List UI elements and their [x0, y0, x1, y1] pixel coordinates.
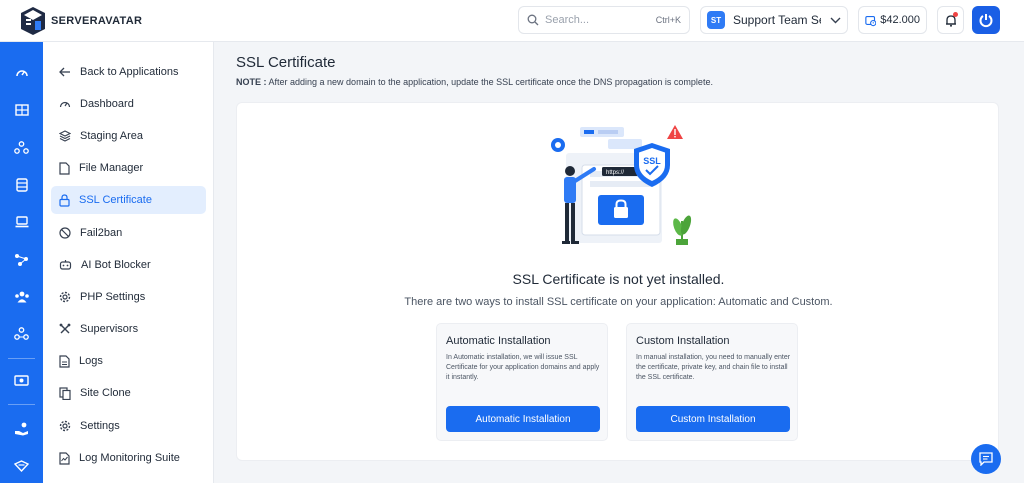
notification-dot — [953, 12, 958, 17]
file-icon — [59, 161, 70, 175]
sidebar-item-label: SSL Certificate — [79, 194, 152, 206]
sidebar-item-log-monitoring[interactable]: Log Monitoring Suite — [51, 444, 206, 472]
bot-icon — [59, 260, 72, 270]
sidebar-item-label: Site Clone — [80, 387, 131, 399]
sidebar-item-php-settings[interactable]: PHP Settings — [51, 283, 206, 311]
team-name: Support Team Se... — [733, 13, 821, 27]
monitor-icon — [59, 451, 70, 465]
chat-button[interactable] — [971, 444, 1001, 474]
automatic-install-panel: Automatic Installation In Automatic inst… — [436, 323, 608, 441]
cluster-icon[interactable] — [13, 139, 30, 156]
donate-icon[interactable] — [13, 420, 30, 437]
settings-icon — [59, 420, 71, 432]
arrow-left-icon — [59, 67, 70, 77]
sidebar-item-supervisors[interactable]: Supervisors — [51, 315, 206, 343]
sidebar-item-label: AI Bot Blocker — [81, 259, 151, 271]
custom-install-button[interactable]: Custom Installation — [636, 406, 790, 432]
sidebar-item-label: Fail2ban — [80, 227, 123, 239]
gear-icon — [59, 291, 71, 303]
ssl-status-subtext: There are two ways to install SSL certif… — [404, 296, 833, 308]
sidebar-item-fail2ban[interactable]: Fail2ban — [51, 219, 206, 247]
search-icon — [527, 14, 539, 26]
power-icon — [979, 14, 993, 28]
billing-icon[interactable] — [13, 372, 30, 389]
icon-rail — [0, 42, 43, 483]
note-text: After adding a new domain to the applica… — [266, 77, 713, 87]
sidebar-item-label: PHP Settings — [80, 291, 146, 303]
brand-logo[interactable]: SERVERAVATAR — [20, 6, 142, 36]
page-note: NOTE : After adding a new domain to the … — [236, 77, 713, 87]
sidebar-item-back[interactable]: Back to Applications — [51, 58, 206, 86]
network-icon[interactable] — [13, 251, 30, 268]
sidebar-item-label: Staging Area — [80, 130, 143, 142]
ssl-card: https:// SSL SSL Certificate is not yet … — [236, 102, 999, 461]
sidebar-item-label: Back to Applications — [80, 66, 179, 78]
team-avatar: ST — [707, 11, 725, 29]
rail-divider — [8, 404, 35, 405]
profile-button[interactable] — [972, 6, 1000, 34]
search-shortcut: Ctrl+K — [655, 15, 681, 25]
top-bar: SERVERAVATAR Ctrl+K ST Support Team Se..… — [0, 0, 1024, 42]
sidebar-item-file-manager[interactable]: File Manager — [51, 154, 206, 182]
chevron-down-icon — [830, 17, 841, 23]
gauge-icon — [59, 101, 71, 108]
search-box[interactable]: Ctrl+K — [518, 6, 690, 34]
team-selector[interactable]: ST Support Team Se... — [700, 6, 848, 34]
sidebar-item-dashboard[interactable]: Dashboard — [51, 90, 206, 118]
sidebar-item-label: Supervisors — [80, 323, 139, 335]
sidebar-item-ai-bot-blocker[interactable]: AI Bot Blocker — [51, 251, 206, 279]
brand-name: SERVERAVATAR — [51, 15, 143, 27]
automatic-install-description: In Automatic installation, we will issue… — [446, 354, 600, 381]
ban-icon — [59, 227, 71, 239]
server-list-icon[interactable] — [13, 101, 30, 118]
custom-install-panel: Custom Installation In manual installati… — [626, 323, 798, 441]
sidebar-item-label: Dashboard — [80, 98, 134, 110]
custom-install-title: Custom Installation — [636, 335, 730, 347]
integrations-icon[interactable] — [13, 325, 30, 342]
automatic-install-button[interactable]: Automatic Installation — [446, 406, 600, 432]
sidebar-item-label: Settings — [80, 420, 120, 432]
custom-install-description: In manual installation, you need to manu… — [636, 354, 791, 381]
balance-amount: $42.000 — [880, 14, 920, 26]
cube-logo-icon — [21, 7, 45, 35]
sidebar-item-label: File Manager — [79, 162, 144, 174]
storage-icon[interactable] — [13, 213, 30, 230]
balance-button[interactable]: $42.000 — [858, 6, 927, 34]
tools-icon — [59, 323, 71, 334]
ssl-status-heading: SSL Certificate is not yet installed. — [512, 271, 725, 287]
team-icon[interactable] — [13, 288, 30, 305]
sidebar-item-staging[interactable]: Staging Area — [51, 122, 206, 150]
lock-icon — [59, 193, 70, 207]
page-title: SSL Certificate — [236, 54, 336, 71]
sidebar-item-site-clone[interactable]: Site Clone — [51, 379, 206, 407]
sidebar-item-settings[interactable]: Settings — [51, 412, 206, 440]
search-input[interactable] — [545, 14, 640, 26]
rail-divider — [8, 358, 35, 359]
sidebar-item-logs[interactable]: Logs — [51, 347, 206, 375]
notifications-button[interactable] — [937, 6, 964, 34]
security-icon[interactable] — [13, 457, 30, 474]
sidebar-item-label: Log Monitoring Suite — [79, 452, 180, 464]
layers-icon — [59, 130, 71, 142]
log-icon — [59, 354, 70, 368]
app-sidebar: Back to Applications Dashboard Staging A… — [43, 42, 214, 483]
chat-icon — [979, 452, 993, 466]
dashboard-icon[interactable] — [13, 64, 30, 81]
copy-icon — [59, 386, 71, 400]
ssl-badge-text: SSL — [643, 156, 661, 166]
automatic-install-title: Automatic Installation — [446, 335, 551, 347]
sidebar-item-label: Logs — [79, 355, 103, 367]
url-label: https:// — [606, 170, 624, 176]
sidebar-item-ssl[interactable]: SSL Certificate — [51, 186, 206, 214]
ssl-illustration: https:// SSL — [551, 125, 692, 245]
database-icon[interactable] — [13, 176, 30, 193]
note-label: NOTE : — [236, 77, 267, 87]
wallet-icon — [865, 15, 877, 26]
